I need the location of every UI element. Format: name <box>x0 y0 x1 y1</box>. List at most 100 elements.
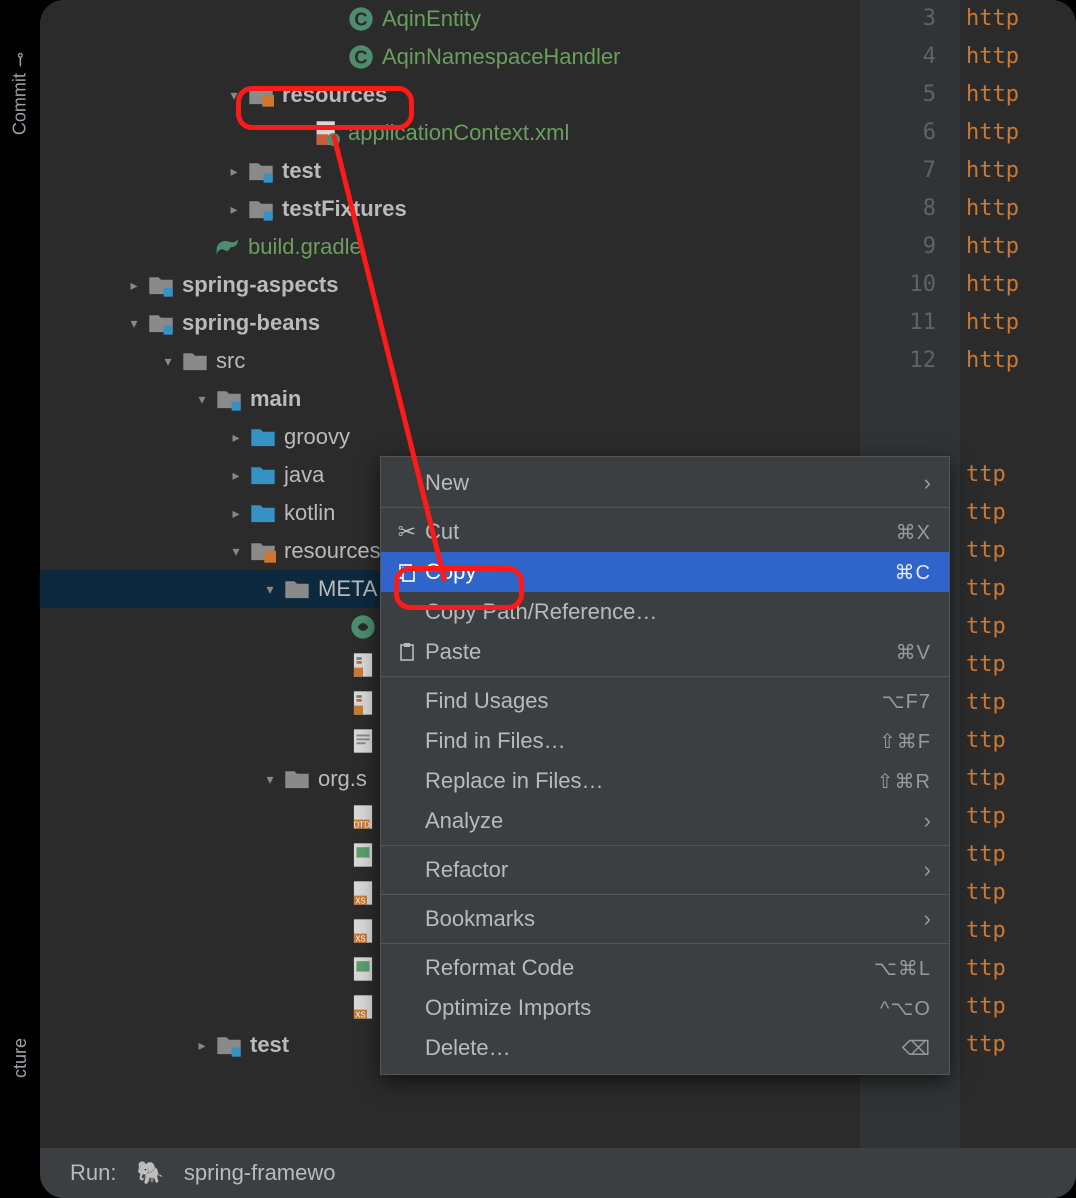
menu-label: Bookmarks <box>423 906 924 932</box>
menu-item-refactor[interactable]: Refactor › <box>381 850 949 890</box>
menu-item-find-in-files[interactable]: Find in Files… ⇧⌘F <box>381 721 949 761</box>
menu-item-replace-in-files[interactable]: Replace in Files… ⇧⌘R <box>381 761 949 801</box>
line-number: 7 <box>860 152 936 190</box>
menu-label: Analyze <box>423 808 924 834</box>
source-folder-icon <box>250 462 276 488</box>
xsd-file-icon: XS <box>350 994 376 1020</box>
spring-file-icon <box>350 614 376 640</box>
item-label: spring-beans <box>182 310 320 336</box>
code-line: ttp <box>960 570 1076 608</box>
expand-arrow[interactable]: ▾ <box>188 391 216 408</box>
menu-item-reformat[interactable]: Reformat Code ⌥⌘L <box>381 948 949 988</box>
code-line: http <box>960 228 1076 266</box>
expand-arrow[interactable]: ▸ <box>222 429 250 446</box>
menu-separator <box>381 507 949 508</box>
folder-icon <box>182 348 208 374</box>
svg-text:XS: XS <box>355 934 365 943</box>
code-line: ttp <box>960 912 1076 950</box>
menu-separator <box>381 676 949 677</box>
submenu-arrow-icon: › <box>924 470 931 496</box>
menu-item-bookmarks[interactable]: Bookmarks › <box>381 899 949 939</box>
tree-item-folder[interactable]: ▾ src <box>40 342 860 380</box>
tree-item-gradle-file[interactable]: build.gradle <box>40 228 860 266</box>
menu-item-paste[interactable]: Paste ⌘V <box>381 632 949 672</box>
item-label: resources <box>284 538 381 564</box>
menu-label: Copy <box>423 559 895 585</box>
tree-item-module[interactable]: ▸ spring-aspects <box>40 266 860 304</box>
commit-label: Commit <box>10 73 31 135</box>
menu-label: New <box>423 470 924 496</box>
module-folder-icon <box>148 310 174 336</box>
expand-arrow[interactable]: ▾ <box>154 353 182 370</box>
menu-label: Refactor <box>423 857 924 883</box>
code-line <box>960 380 1076 418</box>
menu-item-copy-path[interactable]: Copy Path/Reference… <box>381 592 949 632</box>
expand-arrow[interactable]: ▸ <box>120 277 148 294</box>
expand-arrow[interactable]: ▾ <box>256 581 284 598</box>
code-line: ttp <box>960 684 1076 722</box>
menu-item-copy[interactable]: Copy ⌘C <box>381 552 949 592</box>
code-line: http <box>960 76 1076 114</box>
shortcut: ⌥⌘L <box>874 956 931 981</box>
module-folder-icon <box>148 272 174 298</box>
expand-arrow[interactable]: ▸ <box>188 1037 216 1054</box>
expand-arrow[interactable]: ▾ <box>120 315 148 332</box>
run-tool-bar[interactable]: Run: 🐘 spring-framewo <box>40 1148 1076 1198</box>
menu-item-find-usages[interactable]: Find Usages ⌥F7 <box>381 681 949 721</box>
tree-item-source-folder[interactable]: ▸ groovy <box>40 418 860 456</box>
line-number: 8 <box>860 190 936 228</box>
shortcut: ⌘C <box>895 560 931 585</box>
source-folder-icon <box>250 424 276 450</box>
expand-arrow[interactable]: ▾ <box>220 87 248 104</box>
menu-label: Find in Files… <box>423 728 879 754</box>
tree-item-folder[interactable]: ▸ test <box>40 152 860 190</box>
shortcut: ^⌥O <box>880 996 931 1021</box>
menu-item-analyze[interactable]: Analyze › <box>381 801 949 841</box>
tree-item-class[interactable]: C AqinEntity <box>40 0 860 38</box>
menu-item-new[interactable]: New › <box>381 463 949 503</box>
code-line: ttp <box>960 760 1076 798</box>
svg-text:XS: XS <box>355 896 365 905</box>
svg-text:XS: XS <box>355 1010 365 1019</box>
tree-item-resources-folder[interactable]: ▾ resources <box>40 76 860 114</box>
item-label: AqinEntity <box>382 6 481 32</box>
menu-item-delete[interactable]: Delete… ⌫ <box>381 1028 949 1068</box>
menu-label: Delete… <box>423 1035 902 1061</box>
expand-arrow[interactable]: ▸ <box>220 163 248 180</box>
tool-window-tabs: Commit ⊸ cture <box>0 0 40 1198</box>
resources-folder-icon <box>250 538 276 564</box>
item-label: build.gradle <box>248 234 362 260</box>
module-folder-icon <box>216 386 242 412</box>
shortcut: ⇧⌘F <box>879 729 931 754</box>
run-config-name: spring-framewo <box>184 1160 336 1186</box>
commit-tab[interactable]: Commit ⊸ <box>9 52 31 135</box>
tree-item-folder[interactable]: ▸ testFixtures <box>40 190 860 228</box>
expand-arrow[interactable]: ▸ <box>220 201 248 218</box>
shortcut: ⇧⌘R <box>877 769 931 794</box>
menu-item-cut[interactable]: ✂ Cut ⌘X <box>381 512 949 552</box>
module-folder-icon <box>248 158 274 184</box>
expand-arrow[interactable]: ▸ <box>222 467 250 484</box>
line-number: 5 <box>860 76 936 114</box>
code-editor[interactable]: http http http http http http http http … <box>960 0 1076 1198</box>
code-line: ttp <box>960 950 1076 988</box>
tree-item-module[interactable]: ▾ spring-beans <box>40 304 860 342</box>
gif-file-icon <box>350 956 376 982</box>
tree-item-class[interactable]: C AqinNamespaceHandler <box>40 38 860 76</box>
class-icon: C <box>348 6 374 32</box>
properties-file-icon <box>350 690 376 716</box>
tree-item-xml-file[interactable]: applicationContext.xml <box>40 114 860 152</box>
tree-item-folder[interactable]: ▾ main <box>40 380 860 418</box>
line-number: 11 <box>860 304 936 342</box>
expand-arrow[interactable]: ▾ <box>256 771 284 788</box>
folder-icon <box>284 576 310 602</box>
item-label: test <box>250 1032 289 1058</box>
expand-arrow[interactable]: ▸ <box>222 505 250 522</box>
submenu-arrow-icon: › <box>924 857 931 883</box>
cut-icon: ✂ <box>391 519 423 545</box>
menu-item-optimize-imports[interactable]: Optimize Imports ^⌥O <box>381 988 949 1028</box>
item-label: AqinNamespaceHandler <box>382 44 620 70</box>
code-line: ttp <box>960 646 1076 684</box>
expand-arrow[interactable]: ▾ <box>222 543 250 560</box>
structure-tab[interactable]: cture <box>10 1038 31 1078</box>
